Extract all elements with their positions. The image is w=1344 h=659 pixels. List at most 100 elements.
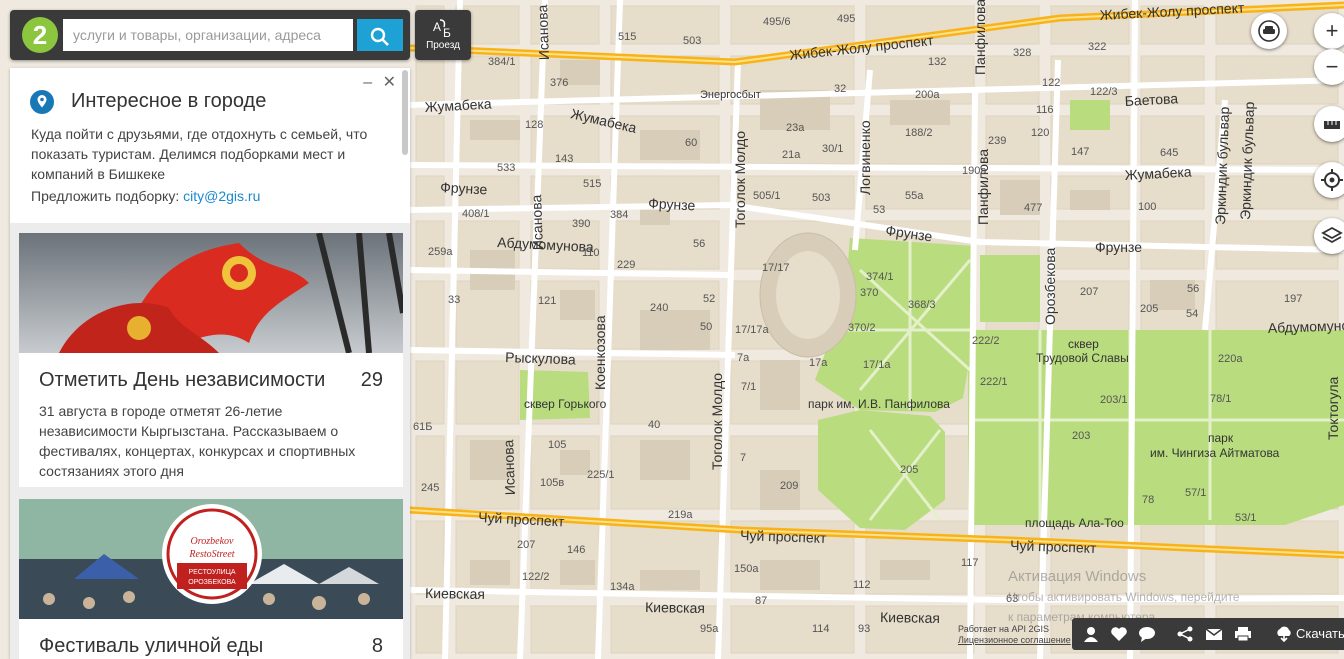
city-block	[415, 55, 445, 105]
collection-card[interactable]: Отметить День независимости 29 31 август…	[19, 233, 403, 487]
city-block	[415, 115, 445, 165]
city-block	[730, 175, 855, 210]
building	[640, 570, 700, 590]
house-number: 105в	[540, 477, 564, 489]
house-number: 190a	[962, 165, 987, 177]
search-button[interactable]	[357, 19, 403, 51]
place-label: парк	[1208, 431, 1234, 445]
route-label: Проезд	[426, 40, 460, 51]
street-label: Фрунзе	[648, 195, 696, 213]
house-number: 495	[837, 13, 855, 25]
user-icon[interactable]	[1082, 626, 1100, 642]
city-block	[985, 55, 1040, 105]
house-number: 225/1	[587, 469, 615, 481]
house-number: 117	[961, 557, 979, 569]
city-block	[730, 5, 855, 45]
minimize-button[interactable]: –	[363, 74, 372, 91]
card-title: Фестиваль уличной еды	[39, 635, 264, 657]
zoom-out-button[interactable]: −	[1314, 49, 1344, 85]
card-image-food-festival: Orozbekov RestoStreet РЕСТОУЛИЦА ОРОЗБЕК…	[19, 499, 403, 619]
house-number: 93	[858, 623, 870, 635]
place-label: сквер	[1068, 337, 1099, 351]
heart-icon[interactable]	[1110, 626, 1128, 642]
house-number: 132	[928, 56, 946, 68]
building	[1070, 190, 1110, 210]
building	[470, 560, 510, 585]
print-icon[interactable]	[1234, 626, 1252, 642]
house-number: 17/17	[762, 262, 790, 274]
house-number: 21a	[782, 149, 801, 161]
festival-logo-line4: ОРОЗБЕКОВА	[188, 579, 236, 586]
street-label: Чуй проспект	[1010, 537, 1097, 556]
card-count: 8	[371, 635, 383, 657]
building	[880, 560, 930, 580]
street-label: Орозбекова	[1042, 247, 1058, 325]
license-link[interactable]: Лицензионное соглашение	[958, 635, 1071, 646]
search-input[interactable]	[63, 19, 353, 51]
house-number: 53/1	[1235, 512, 1256, 524]
house-number: 122/2	[522, 571, 550, 583]
map-pin-icon	[30, 90, 54, 114]
house-number: 322	[1088, 41, 1106, 53]
api-note-line1: Работает на API 2GIS	[958, 624, 1050, 634]
building	[560, 560, 595, 585]
locate-me-button[interactable]	[1314, 162, 1344, 198]
street-label: Панфилова	[972, 0, 988, 75]
house-number: 112	[853, 579, 871, 591]
street-label: Киевская	[645, 599, 705, 616]
card-count: 29	[360, 369, 383, 391]
city-guide-panel: – ✕ Интересное в городе Куда пойти с дру…	[10, 68, 410, 659]
traffic-button[interactable]	[1251, 13, 1287, 49]
house-number: 114	[812, 623, 830, 635]
chat-icon[interactable]	[1138, 626, 1156, 642]
target-icon	[1321, 169, 1343, 191]
panel-scrollbar[interactable]	[402, 70, 408, 155]
download-icon[interactable]	[1275, 626, 1293, 642]
street-label: Логвиненко	[857, 120, 873, 195]
zoom-in-button[interactable]: +	[1314, 13, 1344, 49]
house-number: 370	[860, 287, 878, 299]
layers-button[interactable]	[1314, 218, 1344, 254]
house-number: 17/1a	[863, 359, 891, 371]
house-number: 197	[1284, 293, 1302, 305]
panel-title: Интересное в городе	[71, 90, 267, 112]
house-number: 205	[900, 464, 918, 476]
ruler-button[interactable]	[1314, 106, 1344, 142]
panel-controls: – ✕	[357, 72, 396, 92]
city-block	[415, 435, 445, 510]
building	[890, 100, 950, 125]
street-label: Чуй проспект	[740, 527, 827, 546]
mail-icon[interactable]	[1205, 626, 1223, 642]
city-block	[730, 605, 855, 654]
suggest-email-link[interactable]: city@2gis.ru	[183, 188, 260, 204]
house-number: 78	[1142, 494, 1154, 506]
house-number: 54	[1186, 308, 1198, 320]
panel-description: Куда пойти с друзьями, где отдохнуть с с…	[31, 126, 368, 182]
house-number: 30/1	[822, 143, 843, 155]
festival-logo-line1: Orozbekov	[191, 536, 235, 547]
house-number: 229	[617, 259, 635, 271]
house-number: 368/3	[908, 299, 936, 311]
house-number: 370/2	[848, 322, 876, 334]
house-number: 61Б	[413, 421, 432, 433]
house-number: 78/1	[1210, 393, 1231, 405]
2gis-logo[interactable]: 2	[22, 17, 58, 53]
house-number: 222/2	[972, 335, 1000, 347]
house-number: 134a	[610, 581, 635, 593]
place-label: им. Чингиза Айтматова	[1150, 446, 1280, 460]
house-number: 515	[583, 178, 601, 190]
street-label: Фрунзе	[440, 179, 488, 197]
collection-card[interactable]: Orozbekov RestoStreet РЕСТОУЛИЦА ОРОЗБЕК…	[19, 499, 403, 659]
house-number: 240	[650, 302, 668, 314]
house-number: 207	[517, 539, 535, 551]
house-number: 105	[548, 439, 566, 451]
close-button[interactable]: ✕	[383, 74, 396, 91]
house-number: 207	[1080, 286, 1098, 298]
share-icon[interactable]	[1176, 626, 1194, 642]
house-number: 50	[700, 321, 712, 333]
download-label[interactable]: Скачать	[1296, 626, 1344, 641]
house-number: 245	[421, 482, 439, 494]
house-number: 116	[1036, 104, 1054, 116]
house-number: 390	[572, 218, 590, 230]
route-button[interactable]: A Б Проезд	[415, 10, 471, 60]
